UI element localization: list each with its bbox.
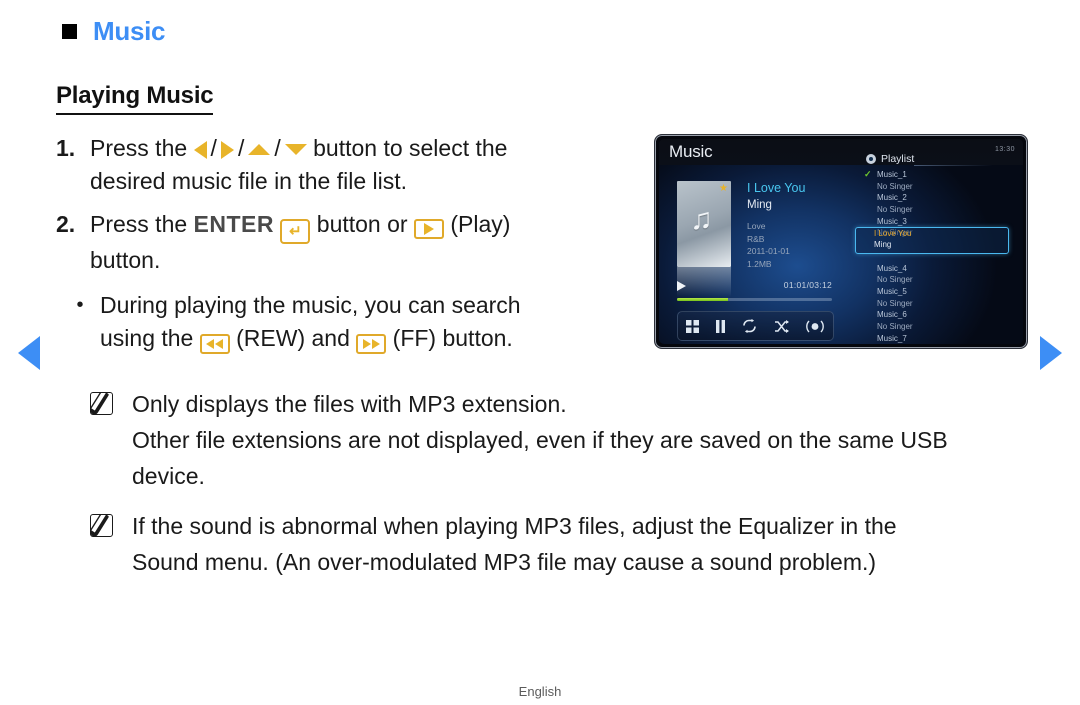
note-2-line1: If the sound is abnormal when playing MP… (132, 513, 897, 539)
track-title: I Love You (747, 181, 806, 195)
list-item-artist: No Singer (877, 298, 913, 308)
list-item-artist: No Singer (877, 321, 913, 331)
list-item[interactable]: Music_6 (859, 309, 1011, 321)
bullet-marker: • (76, 294, 84, 316)
arrow-down-icon (284, 144, 307, 156)
playlist-list: ✓ Music_1 No Singer Music_2 No Singer Mu… (859, 169, 1011, 344)
bullet-1: • During playing the music, you can sear… (56, 289, 656, 355)
album-art: ♫ ★ (677, 181, 731, 267)
track-genre-1: Love (747, 221, 766, 231)
note-1-line2: Other file extensions are not displayed,… (132, 427, 948, 453)
note-1: Only displays the files with MP3 extensi… (90, 386, 1040, 494)
repeat-icon[interactable] (742, 319, 757, 333)
arrow-left-icon (193, 140, 207, 159)
fast-forward-key-icon (356, 334, 387, 354)
playlist-divider (914, 165, 993, 166)
grid-view-icon[interactable] (686, 319, 700, 333)
note-2: If the sound is abnormal when playing MP… (90, 508, 1040, 580)
list-item[interactable]: Music_2 (859, 192, 1011, 204)
section-heading: Playing Music (56, 82, 214, 115)
step-2-text: Press the ENTER ↵ button or (Play) butto… (90, 208, 656, 277)
step-2-number: 2. (56, 211, 76, 237)
play-key-icon (413, 219, 444, 239)
step-2-after: (Play) (450, 211, 511, 237)
check-icon: ✓ (864, 169, 872, 179)
playlist-label: Playlist (881, 153, 915, 165)
track-date: 2011-01-01 (747, 246, 790, 256)
progress-bar-fill (677, 298, 729, 301)
arrow-up-icon (248, 144, 271, 156)
playback-time: 01:01/03:12 (783, 280, 832, 290)
pause-icon[interactable] (715, 319, 726, 333)
tv-screen-preview: Music 13:30 Playlist ♫ ★ I Love You Ming… (654, 134, 1028, 349)
page-header: Music (62, 16, 165, 47)
step-1-number: 1. (56, 135, 76, 161)
music-note-icon: ♫ (690, 203, 713, 236)
now-playing-meta: I Love You Ming Love R&B 2011-01-01 1.2M… (747, 181, 805, 270)
note-pencil-icon (90, 386, 132, 494)
tv-screen-content: Music 13:30 Playlist ♫ ★ I Love You Ming… (659, 139, 1023, 344)
list-item[interactable]: Music_7 (859, 333, 1011, 344)
list-item-artist: No Singer (877, 181, 913, 191)
rewind-key-icon (199, 334, 230, 354)
track-artist: Ming (747, 199, 772, 211)
tv-clock: 13:30 (994, 146, 1015, 153)
bullet-1-line2c: (FF) button. (392, 325, 513, 351)
selected-item-title: I Love You (874, 229, 912, 238)
list-item[interactable]: ✓ Music_1 (859, 169, 1011, 181)
step-2-mid: button or (316, 211, 408, 237)
list-item[interactable]: Music_4 (859, 263, 1011, 275)
step-2: 2. Press the ENTER ↵ button or (Play) bu… (56, 208, 656, 277)
footer-language: English (518, 684, 562, 699)
sound-mode-icon[interactable] (805, 320, 825, 333)
track-size: 1.2MB (747, 258, 772, 269)
playlist-header: Playlist (866, 153, 914, 165)
selected-item-artist: Ming (874, 240, 892, 249)
tv-top-bar (659, 139, 1023, 165)
list-item-artist: No Singer (877, 275, 913, 285)
list-item-artist: No Singer (877, 205, 913, 215)
manual-page: Music Playing Music 1. Press the / / / but… (0, 0, 1080, 705)
favorite-star-icon: ★ (719, 183, 728, 194)
shuffle-icon[interactable] (774, 319, 789, 333)
bullet-1-text: During playing the music, you can search… (100, 289, 620, 355)
step-1-before: Press the (90, 135, 188, 161)
track-genre-2: R&B (747, 233, 765, 244)
list-item-title: Music_1 (877, 170, 907, 179)
playback-row: 01:01/03:12 (677, 280, 832, 294)
step-2-line2: button. (90, 247, 161, 273)
list-item[interactable]: Music_3 (859, 216, 1011, 228)
playlist-gear-icon (866, 154, 876, 164)
note-pencil-icon (90, 508, 132, 580)
arrow-right-icon (220, 140, 234, 159)
tv-screen-title: Music (669, 142, 713, 161)
note-1-line3: device. (132, 463, 205, 489)
square-bullet-icon (62, 24, 77, 39)
page-title: Music (93, 16, 166, 46)
bullet-1-line1: During playing the music, you can search (100, 292, 521, 318)
note-1-line1: Only displays the files with MP3 extensi… (132, 391, 567, 417)
progress-bar[interactable] (677, 298, 832, 301)
playlist-selected-item[interactable]: I Love You Ming (855, 227, 1009, 254)
play-icon (677, 281, 686, 291)
bullet-1-line2a: using the (100, 325, 194, 351)
step-1-text: Press the / / / button to select the desir… (90, 135, 508, 194)
enter-label: ENTER (193, 211, 274, 237)
bullet-1-line2b: (REW) and (236, 325, 350, 351)
list-item[interactable]: Music_5 (859, 286, 1011, 298)
instructions-column: 1. Press the / / / button to select the de… (56, 132, 656, 355)
enter-return-key-icon: ↵ (280, 219, 311, 244)
note-2-line2: Sound menu. (An over-modulated MP3 file … (132, 549, 877, 575)
step-1: 1. Press the / / / button to select the de… (56, 132, 656, 198)
nav-arrow-right-icon[interactable] (1040, 336, 1062, 370)
step-1-line2: desired music file in the file list. (90, 168, 408, 194)
step-2-before: Press the (90, 211, 188, 237)
playback-controls (677, 311, 834, 341)
nav-arrow-left-icon[interactable] (18, 336, 40, 370)
step-1-after: button to select the (313, 135, 508, 161)
